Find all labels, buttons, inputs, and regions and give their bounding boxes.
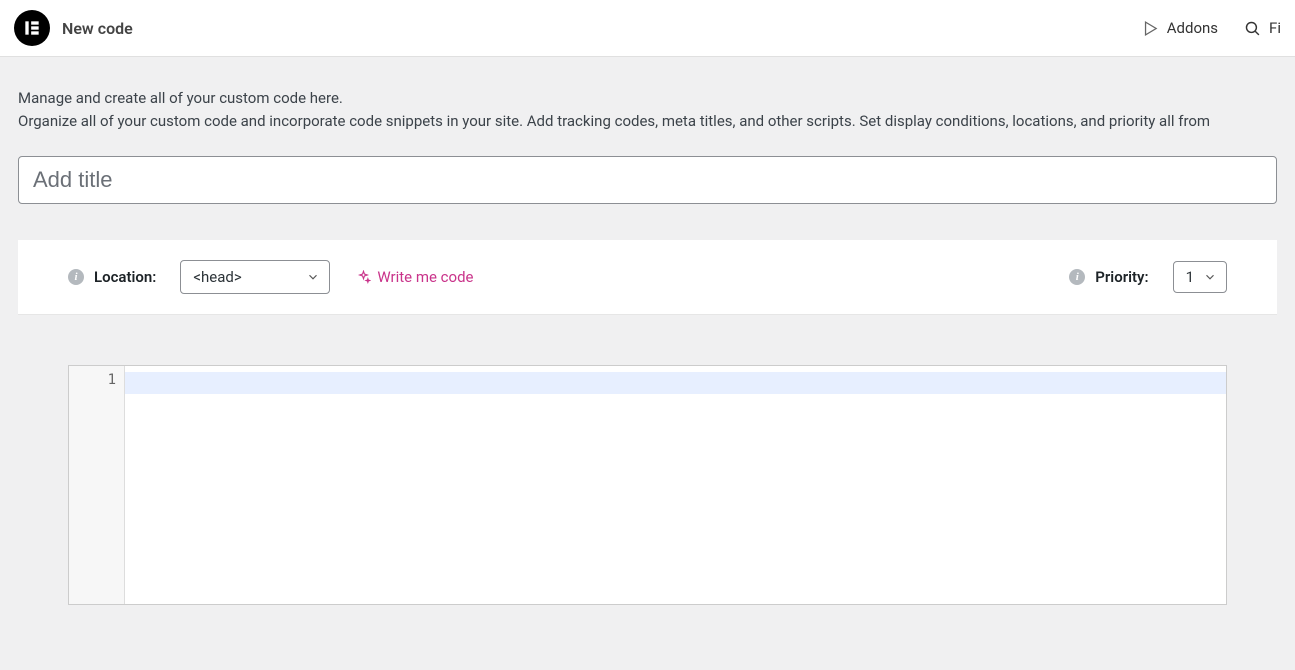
editor-gutter: 1 (69, 366, 125, 604)
topbar: New code Addons Fi (0, 0, 1295, 57)
addons-button[interactable]: Addons (1142, 19, 1218, 37)
location-group: i Location: <head> (68, 260, 330, 294)
page-title: New code (62, 19, 133, 38)
editor-area: 1 (18, 315, 1277, 605)
description-line1: Manage and create all of your custom cod… (18, 87, 1277, 110)
line-number: 1 (69, 372, 116, 388)
topbar-right: Addons Fi (1142, 19, 1281, 37)
elementor-logo[interactable] (14, 10, 50, 46)
location-select[interactable]: <head> (180, 260, 330, 294)
description-line2: Organize all of your custom code and inc… (18, 110, 1277, 133)
search-button[interactable]: Fi (1244, 19, 1281, 37)
search-text: Fi (1269, 19, 1281, 37)
priority-select-value: 1 (1173, 261, 1227, 293)
priority-group: i Priority: 1 (1069, 261, 1227, 293)
topbar-left: New code (14, 10, 133, 46)
code-editor[interactable]: 1 (68, 365, 1227, 605)
location-select-value: <head> (180, 260, 330, 294)
search-icon (1244, 20, 1261, 37)
title-input[interactable] (18, 156, 1277, 204)
priority-select[interactable]: 1 (1173, 261, 1227, 293)
elementor-logo-icon (22, 18, 42, 38)
info-icon[interactable]: i (1069, 269, 1085, 285)
location-label: Location: (94, 268, 156, 286)
priority-label: Priority: (1095, 268, 1148, 286)
description: Manage and create all of your custom cod… (18, 87, 1277, 132)
content-area: Manage and create all of your custom cod… (0, 57, 1295, 605)
panel-controls: i Location: <head> Write me code i (18, 240, 1277, 315)
addons-label: Addons (1167, 19, 1218, 37)
settings-panel: i Location: <head> Write me code i (18, 240, 1277, 605)
write-me-code-button[interactable]: Write me code (356, 268, 473, 286)
sparkle-icon (356, 270, 371, 285)
write-me-code-label: Write me code (377, 268, 473, 286)
addons-icon (1142, 20, 1159, 37)
editor-lines[interactable] (125, 366, 1226, 604)
editor-active-line (125, 372, 1226, 394)
info-icon[interactable]: i (68, 269, 84, 285)
